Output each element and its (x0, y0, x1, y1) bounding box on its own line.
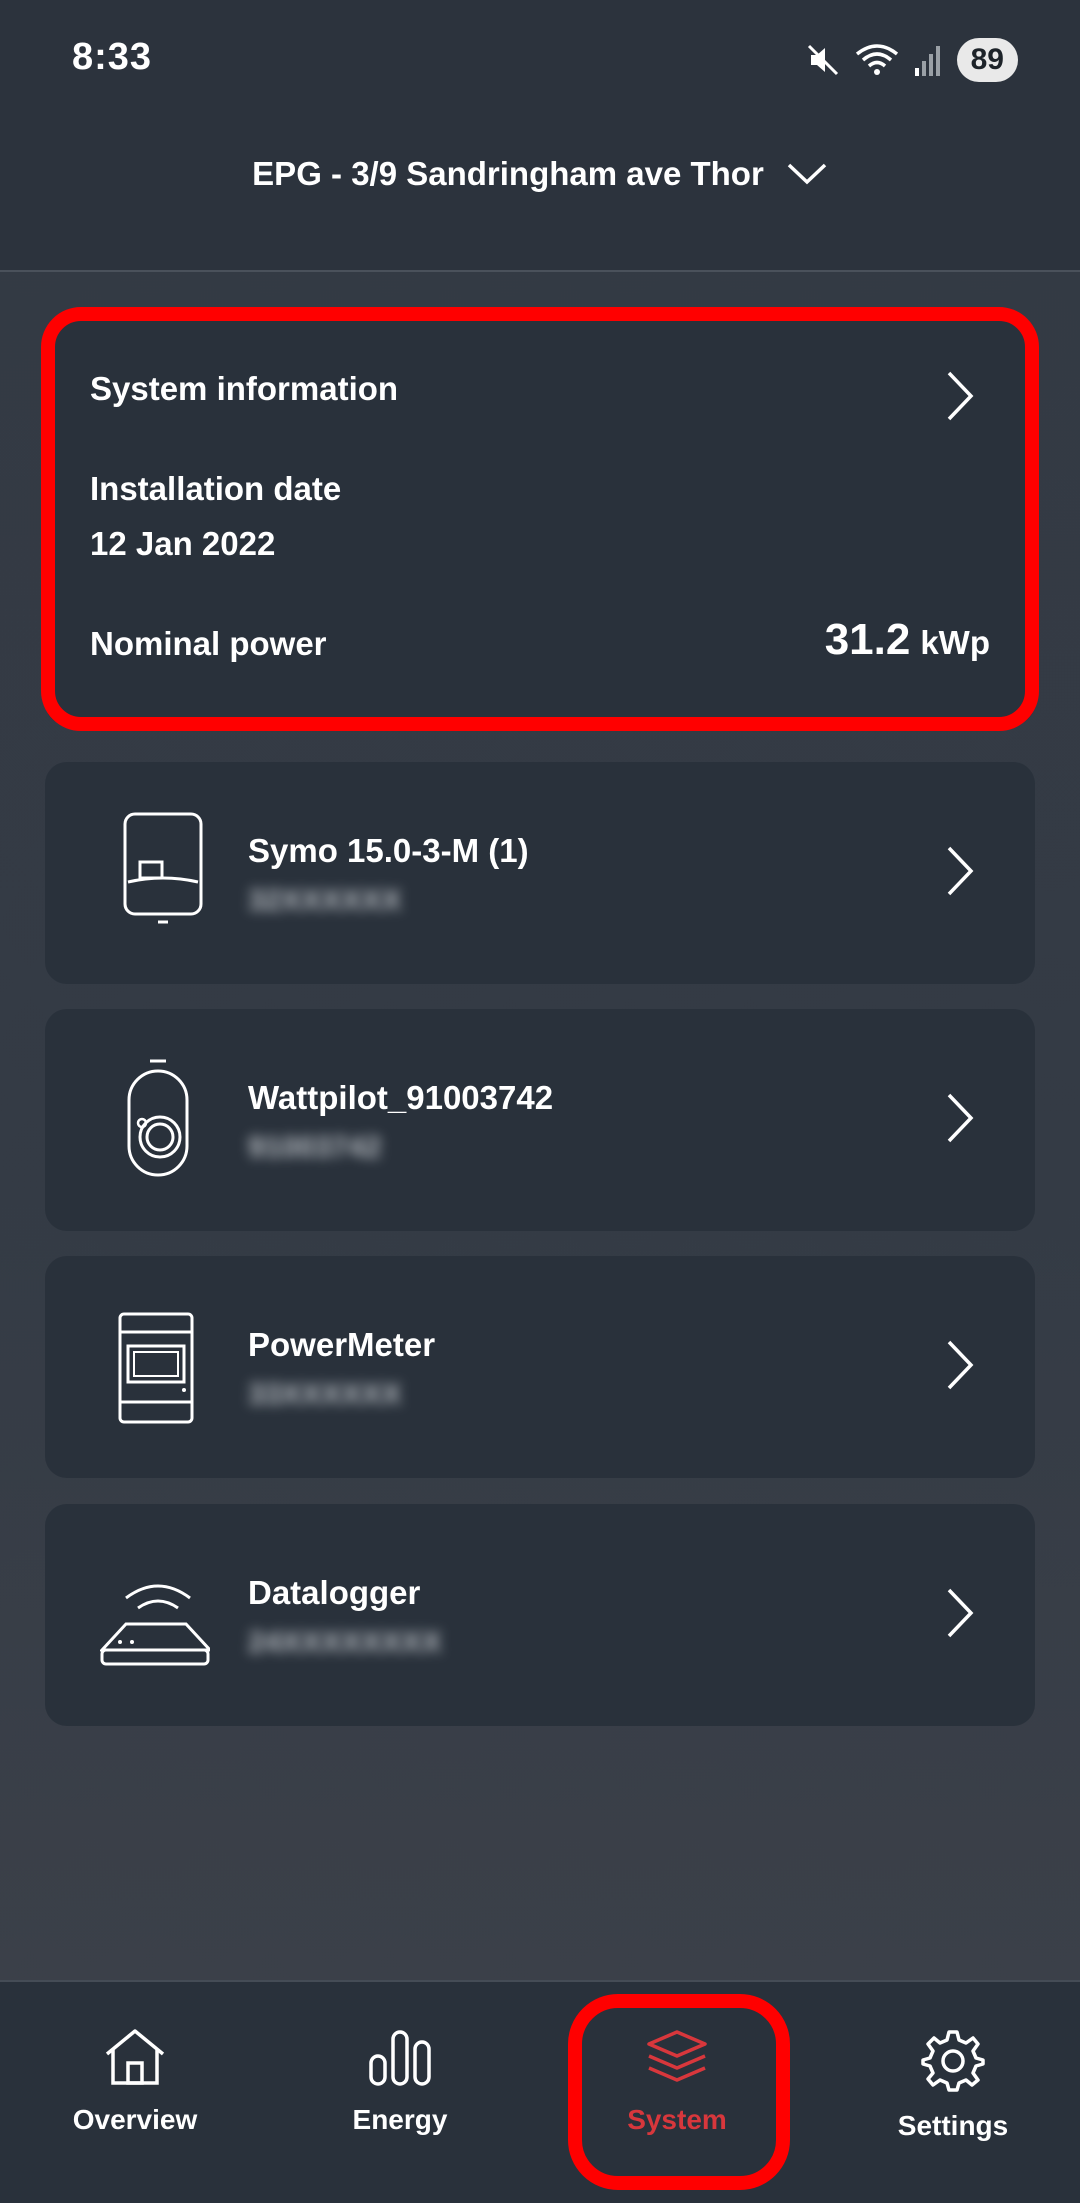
signal-icon (914, 46, 940, 76)
chevron-right-icon (947, 1093, 974, 1143)
nav-settings[interactable]: Settings (818, 1982, 1080, 2203)
nominal-power-value: 31.2 kWp (825, 615, 990, 665)
site-title: EPG - 3/9 Sandringham ave Thor (252, 155, 764, 192)
nav-overview[interactable]: Overview (0, 1982, 270, 2203)
layers-icon (647, 2030, 707, 2082)
wifi-icon (855, 44, 898, 75)
nominal-power-number: 31.2 (824, 615, 911, 664)
home-icon (105, 2029, 165, 2085)
device-name: Wattpilot_91003742 (248, 1079, 554, 1116)
gear-icon (921, 2030, 985, 2092)
status-icons: 89 (805, 36, 1018, 84)
system-information-card[interactable]: System information Installation date 12 … (45, 315, 1035, 725)
device-serial: 91003742 (248, 1131, 382, 1164)
nav-label-settings: Settings (897, 2110, 1009, 2141)
wallbox-icon (127, 1059, 189, 1177)
nominal-power-unit: kWp (920, 624, 990, 661)
installation-date-label: Installation date (90, 470, 342, 507)
device-name: PowerMeter (248, 1326, 436, 1363)
mute-icon (807, 44, 838, 76)
device-card-datalogger[interactable]: Datalogger 24XXXXXXXX (45, 1504, 1035, 1726)
bar-chart-icon (369, 2030, 431, 2086)
router-icon (100, 1584, 210, 1666)
chevron-right-icon (947, 846, 974, 896)
device-name: Datalogger (248, 1574, 421, 1611)
status-time: 8:33 (72, 36, 153, 78)
power-meter-icon (118, 1312, 194, 1424)
device-card-powermeter[interactable]: PowerMeter 33XXXXXX (45, 1256, 1035, 1478)
nominal-power-label: Nominal power (90, 625, 327, 662)
nav-energy[interactable]: Energy (265, 1982, 535, 2203)
nav-label-system: System (627, 2104, 727, 2135)
device-serial: 33XXXXXX (248, 1378, 402, 1411)
nav-label-overview: Overview (72, 2104, 198, 2135)
device-card-wattpilot[interactable]: Wattpilot_91003742 91003742 (45, 1009, 1035, 1231)
site-selector[interactable]: EPG - 3/9 Sandringham ave Thor (0, 155, 1080, 193)
device-serial: 24XXXXXXXX (248, 1626, 442, 1659)
device-serial: 32XXXXXX (248, 884, 402, 917)
bottom-nav: Overview Energy System Settings (0, 1980, 1080, 2203)
device-name: Symo 15.0-3-M (1) (248, 832, 529, 869)
battery-icon: 89 (956, 38, 1018, 82)
chevron-down-icon (787, 163, 827, 185)
chevron-right-icon (947, 371, 974, 421)
chevron-right-icon (947, 1588, 974, 1638)
installation-date-value: 12 Jan 2022 (90, 525, 276, 562)
top-bar: 8:33 89 EPG - 3/9 Sandringham ave Thor (0, 0, 1080, 272)
nav-label-energy: Energy (352, 2104, 448, 2135)
inverter-icon (123, 812, 203, 924)
nav-system[interactable]: System (542, 1982, 812, 2203)
system-information-title: System information (90, 370, 399, 407)
chevron-right-icon (947, 1340, 974, 1390)
device-card-inverter[interactable]: Symo 15.0-3-M (1) 32XXXXXX (45, 762, 1035, 984)
